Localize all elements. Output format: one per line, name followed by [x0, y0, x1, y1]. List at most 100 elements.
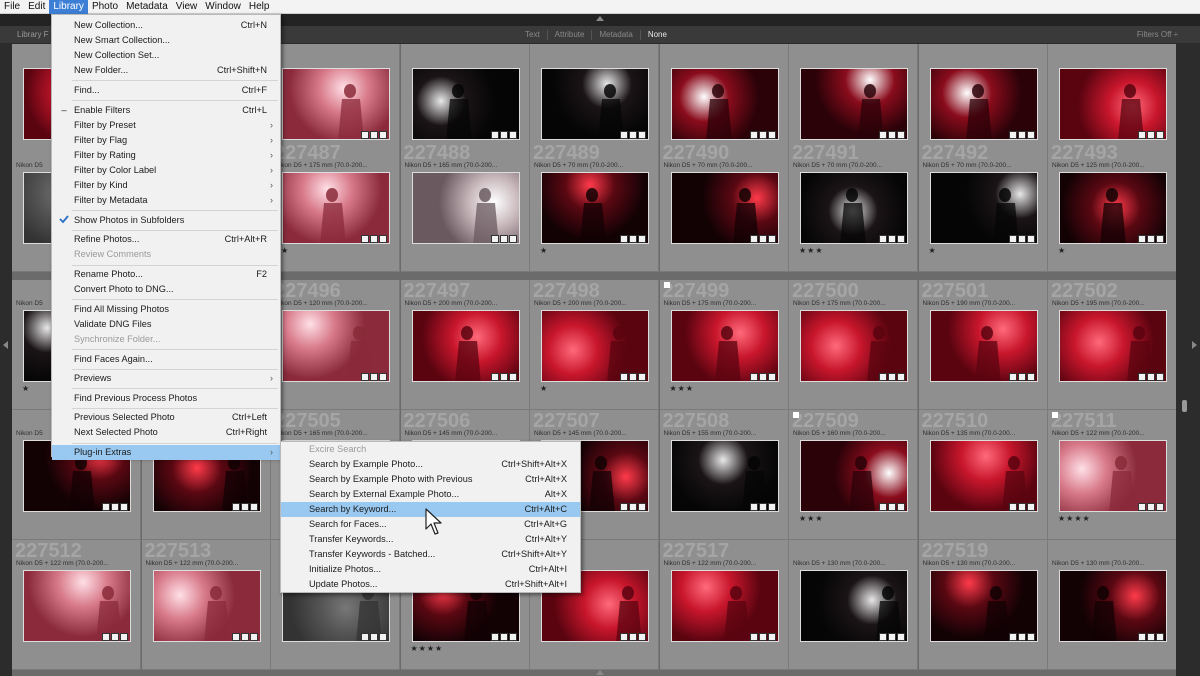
photo-thumbnail[interactable]: [670, 68, 779, 140]
crop-badge-icon[interactable]: [240, 503, 249, 511]
metadata-badge-icon[interactable]: [1138, 235, 1146, 243]
grid-cell[interactable]: 227510 Nikon D5 + 135 mm (70.0-200...: [918, 410, 1048, 540]
grid-cell[interactable]: 227502 Nikon D5 + 195 mm (70.0-200...: [1048, 280, 1176, 410]
grid-cell[interactable]: 227488 Nikon D5 + 165 mm (70.0-200...: [400, 142, 530, 272]
crop-badge-icon[interactable]: [1147, 235, 1155, 243]
metadata-badge-icon[interactable]: [1138, 633, 1146, 641]
develop-badge-icon[interactable]: [508, 633, 517, 641]
metadata-badge-icon[interactable]: [879, 235, 887, 243]
top-panel-arrow-icon[interactable]: [596, 16, 604, 21]
photo-thumbnail[interactable]: [929, 172, 1038, 244]
metadata-badge-icon[interactable]: [1008, 235, 1017, 243]
crop-badge-icon[interactable]: [111, 503, 119, 511]
photo-thumbnail[interactable]: [541, 310, 649, 382]
metadata-badge-icon[interactable]: [1008, 503, 1017, 511]
develop-badge-icon[interactable]: [897, 373, 905, 381]
menu-item-find-all-missing-photos[interactable]: Find All Missing Photos: [52, 302, 280, 317]
develop-badge-icon[interactable]: [508, 131, 517, 139]
photo-thumbnail[interactable]: [282, 68, 390, 140]
crop-badge-icon[interactable]: [240, 633, 249, 641]
crop-badge-icon[interactable]: [1017, 633, 1026, 641]
star-rating[interactable]: ★★★: [799, 514, 824, 523]
metadata-badge-icon[interactable]: [1008, 131, 1017, 139]
crop-badge-icon[interactable]: [1017, 503, 1026, 511]
develop-badge-icon[interactable]: [1026, 373, 1035, 381]
star-rating[interactable]: ★★★★: [1058, 514, 1091, 523]
menu-item-filter-by-rating[interactable]: Filter by Rating ›: [52, 148, 280, 163]
metadata-badge-icon[interactable]: [620, 235, 628, 243]
crop-badge-icon[interactable]: [1017, 235, 1026, 243]
metadata-badge-icon[interactable]: [231, 633, 240, 641]
photo-thumbnail[interactable]: [800, 172, 908, 244]
grid-cell[interactable]: 227489 Nikon D5 + 70 mm (70.0-200... ★: [530, 142, 659, 272]
develop-badge-icon[interactable]: [638, 373, 646, 381]
photo-thumbnail[interactable]: [541, 68, 649, 140]
star-rating[interactable]: ★★★: [670, 384, 695, 393]
metadata-badge-icon[interactable]: [879, 373, 887, 381]
star-rating[interactable]: ★★★★: [411, 644, 444, 653]
develop-badge-icon[interactable]: [379, 131, 387, 139]
menu-item-plug-in-extras[interactable]: Plug-in Extras ›: [52, 445, 280, 460]
develop-badge-icon[interactable]: [1026, 633, 1035, 641]
menu-library[interactable]: Library: [49, 0, 88, 14]
left-panel-arrow-icon[interactable]: [3, 341, 8, 349]
menu-item-previews[interactable]: Previews ›: [52, 371, 280, 386]
left-panel-toggle[interactable]: [0, 44, 12, 676]
menu-item-search-by-example-photo[interactable]: Search by Example Photo... Ctrl+Shift+Alt…: [281, 457, 580, 472]
menu-item-update-photos[interactable]: Update Photos... Ctrl+Shift+Alt+I: [281, 577, 580, 592]
menu-file[interactable]: File: [0, 0, 24, 14]
menu-edit[interactable]: Edit: [24, 0, 49, 14]
photo-thumbnail[interactable]: [152, 570, 261, 642]
grid-cell[interactable]: 227513 Nikon D5 + 122 mm (70.0-200...: [141, 540, 271, 670]
photo-thumbnail[interactable]: [411, 310, 520, 382]
crop-badge-icon[interactable]: [888, 235, 896, 243]
metadata-badge-icon[interactable]: [1008, 633, 1017, 641]
grid-cell[interactable]: 227487 Nikon D5 + 175 mm (70.0-200... ★: [271, 142, 400, 272]
metadata-badge-icon[interactable]: [620, 633, 628, 641]
photo-thumbnail[interactable]: [800, 310, 908, 382]
develop-badge-icon[interactable]: [120, 503, 128, 511]
grid-cell[interactable]: Nikon D5 + 130 mm (70.0-200...: [789, 540, 918, 670]
crop-badge-icon[interactable]: [370, 235, 378, 243]
develop-badge-icon[interactable]: [767, 633, 776, 641]
photo-thumbnail[interactable]: [282, 172, 390, 244]
photo-thumbnail[interactable]: [282, 310, 390, 382]
grid-cell[interactable]: 227491 Nikon D5 + 70 mm (70.0-200... ★★★: [789, 142, 918, 272]
menu-item-previous-selected-photo[interactable]: Previous Selected Photo Ctrl+Left: [52, 410, 280, 425]
menu-item-filter-by-preset[interactable]: Filter by Preset ›: [52, 118, 280, 133]
filter-tab-attribute[interactable]: Attribute: [546, 30, 592, 40]
menu-item-convert-photo-to-dng[interactable]: Convert Photo to DNG...: [52, 282, 280, 297]
metadata-badge-icon[interactable]: [231, 503, 240, 511]
photo-thumbnail[interactable]: [800, 68, 908, 140]
crop-badge-icon[interactable]: [370, 373, 378, 381]
crop-badge-icon[interactable]: [1147, 633, 1155, 641]
develop-badge-icon[interactable]: [379, 633, 387, 641]
develop-badge-icon[interactable]: [1156, 633, 1164, 641]
star-rating[interactable]: ★: [22, 384, 30, 393]
metadata-badge-icon[interactable]: [620, 373, 628, 381]
crop-badge-icon[interactable]: [1147, 503, 1155, 511]
metadata-badge-icon[interactable]: [361, 373, 369, 381]
metadata-badge-icon[interactable]: [490, 235, 499, 243]
crop-badge-icon[interactable]: [758, 235, 767, 243]
develop-badge-icon[interactable]: [897, 131, 905, 139]
menu-item-new-collection-set[interactable]: New Collection Set...: [52, 48, 280, 63]
menu-view[interactable]: View: [172, 0, 202, 14]
photo-thumbnail[interactable]: [670, 172, 779, 244]
photo-thumbnail[interactable]: [1059, 172, 1167, 244]
develop-badge-icon[interactable]: [120, 633, 128, 641]
develop-badge-icon[interactable]: [1026, 235, 1035, 243]
metadata-badge-icon[interactable]: [361, 633, 369, 641]
photo-thumbnail[interactable]: [929, 310, 1038, 382]
develop-badge-icon[interactable]: [638, 235, 646, 243]
develop-badge-icon[interactable]: [638, 131, 646, 139]
menu-item-search-by-example-photo-with-previous[interactable]: Search by Example Photo with Previous Ctr…: [281, 472, 580, 487]
develop-badge-icon[interactable]: [897, 235, 905, 243]
develop-badge-icon[interactable]: [897, 503, 905, 511]
grid-cell[interactable]: 227508 Nikon D5 + 155 mm (70.0-200...: [659, 410, 789, 540]
photo-thumbnail[interactable]: [929, 68, 1038, 140]
menu-window[interactable]: Window: [201, 0, 245, 14]
metadata-badge-icon[interactable]: [102, 503, 110, 511]
metadata-badge-icon[interactable]: [1138, 373, 1146, 381]
grid-cell[interactable]: 227509 Nikon D5 + 160 mm (70.0-200... ★★★: [789, 410, 918, 540]
